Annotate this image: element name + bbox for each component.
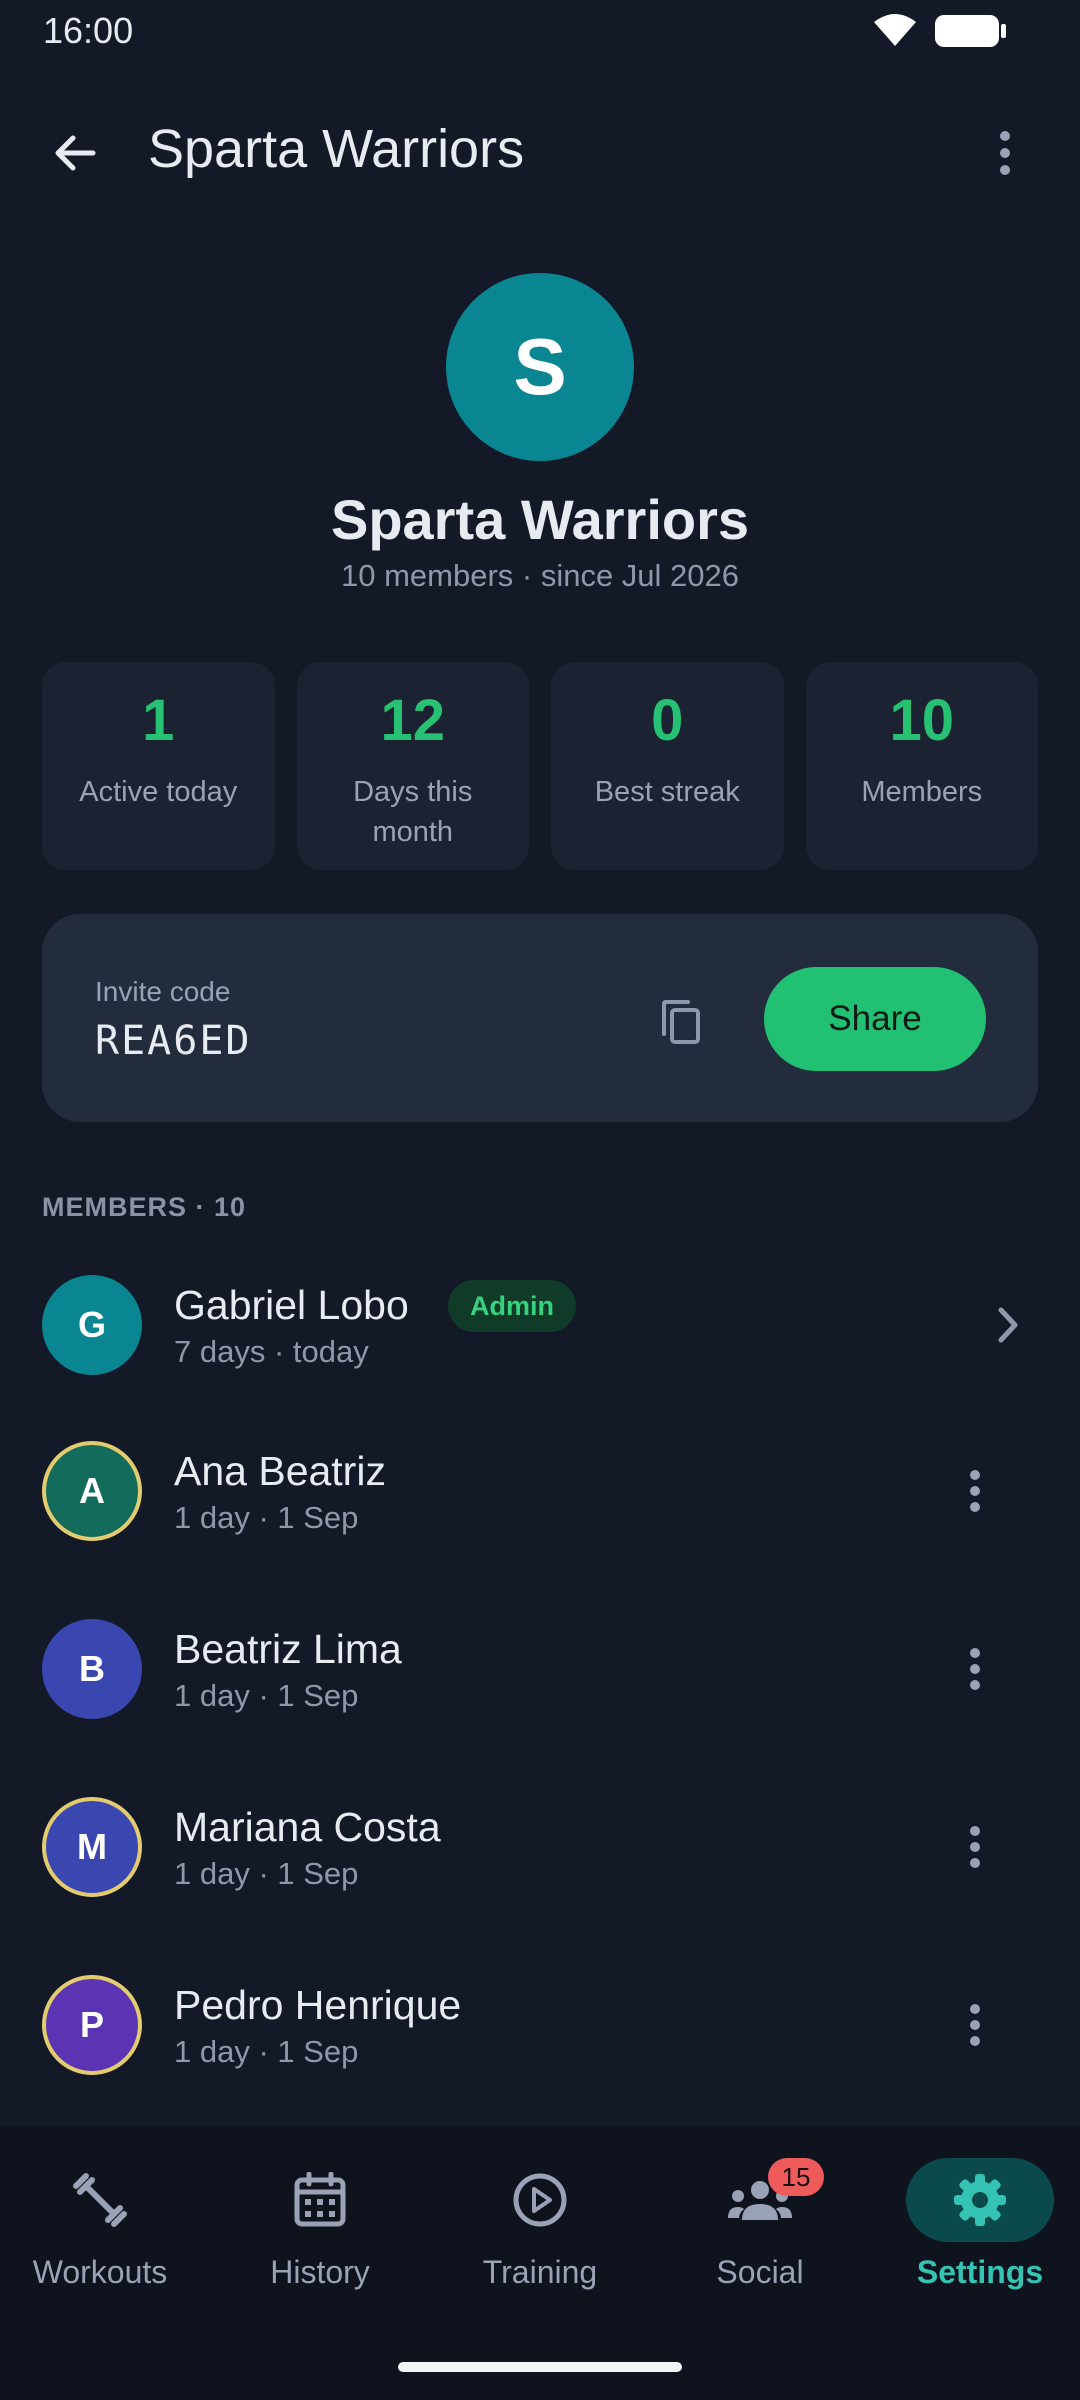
- nav-label: Social: [716, 2254, 804, 2290]
- admin-badge: Admin: [448, 1280, 576, 1332]
- nav-label: History: [270, 2254, 370, 2290]
- nav-icon-container: [466, 2158, 614, 2242]
- member-options-button[interactable]: [945, 1456, 1005, 1526]
- stat-card-members: 10 Members: [805, 662, 1038, 870]
- member-name: Gabriel Lobo: [174, 1282, 409, 1328]
- status-time: 16:00: [43, 10, 134, 51]
- nav-label: Settings: [916, 2254, 1044, 2290]
- home-indicator[interactable]: [398, 2362, 682, 2372]
- nav-icon-container: [246, 2158, 394, 2242]
- wifi-icon: [874, 14, 916, 46]
- more-vertical-icon: [970, 1470, 980, 1512]
- nav-icon-container: 15: [686, 2158, 834, 2242]
- stat-label: Active today: [79, 776, 238, 808]
- stat-value: 10: [889, 688, 954, 753]
- arrow-left-icon: [55, 135, 96, 171]
- copy-code-button[interactable]: [650, 992, 710, 1052]
- stats-row: 1 Active today 12 Days this month 0 Best…: [42, 662, 1038, 870]
- invite-code: REA6ED: [95, 1018, 252, 1064]
- stat-label: Members: [861, 776, 983, 808]
- member-options-button[interactable]: [945, 1634, 1005, 1704]
- stat-card-active-today: 1 Active today: [42, 662, 275, 870]
- member-name: Pedro Henrique: [174, 1982, 462, 2028]
- battery-icon: [935, 15, 1006, 47]
- more-options-button[interactable]: [975, 118, 1035, 188]
- invite-card: Invite code REA6ED Share: [42, 914, 1038, 1122]
- stat-label: Best streak: [594, 776, 740, 808]
- app-bar: Sparta Warriors: [0, 90, 1080, 206]
- nav-icon-container: [906, 2158, 1054, 2242]
- back-button[interactable]: [40, 118, 110, 188]
- members-section-label: MEMBERS · 10: [42, 1192, 247, 1222]
- member-name: Ana Beatriz: [174, 1448, 386, 1494]
- invite-label: Invite code: [95, 976, 231, 1007]
- more-vertical-icon: [1000, 131, 1010, 175]
- copy-icon: [662, 1000, 700, 1044]
- more-vertical-icon: [970, 2004, 980, 2046]
- status-bar: 16:00: [0, 0, 1080, 60]
- screen: 16:00 Sparta Warriors S Sparta Warriors …: [0, 0, 1080, 2400]
- more-vertical-icon: [970, 1648, 980, 1690]
- member-activity: 1 day · 1 Sep: [174, 2034, 359, 2069]
- group-avatar: S: [446, 273, 634, 461]
- open-member-button[interactable]: [978, 1290, 1038, 1360]
- member-row[interactable]: P Pedro Henrique 1 day · 1 Sep: [0, 1962, 1080, 2112]
- member-activity: 1 day · 1 Sep: [174, 1500, 359, 1535]
- chevron-right-icon: [998, 1307, 1018, 1343]
- avatar: B: [42, 1619, 142, 1719]
- nav-item-training[interactable]: Training: [440, 2158, 640, 2328]
- stat-card-best-streak: 0 Best streak: [551, 662, 784, 870]
- member-name: Beatriz Lima: [174, 1626, 402, 1672]
- gear-icon: [954, 2174, 1006, 2226]
- bottom-navigation: Workouts History Training 15 Social Sett…: [0, 2126, 1080, 2400]
- member-options-button[interactable]: [945, 1990, 1005, 2060]
- more-vertical-icon: [970, 1826, 980, 1868]
- member-row[interactable]: A Ana Beatriz 1 day · 1 Sep: [0, 1428, 1080, 1578]
- member-row[interactable]: B Beatriz Lima 1 day · 1 Sep: [0, 1606, 1080, 1756]
- avatar: M: [42, 1797, 142, 1897]
- page-title: Sparta Warriors: [148, 119, 525, 179]
- group-name: Sparta Warriors: [330, 488, 750, 551]
- member-activity: 1 day · 1 Sep: [174, 1856, 359, 1891]
- stat-label: Days this month: [353, 776, 473, 848]
- calendar-icon: [294, 2172, 346, 2227]
- stat-value: 1: [142, 688, 175, 753]
- member-activity: 7 days · today: [174, 1334, 369, 1369]
- play-circle-icon: [513, 2173, 567, 2227]
- nav-item-social[interactable]: 15 Social: [660, 2158, 860, 2328]
- member-row[interactable]: G Gabriel Lobo Admin 7 days · today: [0, 1262, 1080, 1412]
- member-activity: 1 day · 1 Sep: [174, 1678, 359, 1713]
- member-row[interactable]: M Mariana Costa 1 day · 1 Sep: [0, 1784, 1080, 1934]
- avatar: P: [42, 1975, 142, 2075]
- avatar: A: [42, 1441, 142, 1541]
- stat-card-days-this-month: 12 Days this month: [296, 662, 529, 870]
- nav-item-history[interactable]: History: [220, 2158, 420, 2328]
- stat-value: 12: [380, 688, 445, 753]
- notification-badge: 15: [768, 2158, 824, 2196]
- nav-icon-container: [26, 2158, 174, 2242]
- member-name: Mariana Costa: [174, 1804, 441, 1850]
- nav-label: Training: [482, 2254, 598, 2290]
- dumbbell-icon: [73, 2173, 127, 2227]
- nav-item-settings[interactable]: Settings: [880, 2158, 1080, 2328]
- stat-value: 0: [651, 688, 684, 753]
- share-button[interactable]: Share: [764, 967, 986, 1071]
- nav-item-workouts[interactable]: Workouts: [0, 2158, 200, 2328]
- member-options-button[interactable]: [945, 1812, 1005, 1882]
- nav-label: Workouts: [32, 2254, 168, 2290]
- group-meta: 10 members · since Jul 2026: [340, 558, 740, 593]
- avatar: G: [42, 1275, 142, 1375]
